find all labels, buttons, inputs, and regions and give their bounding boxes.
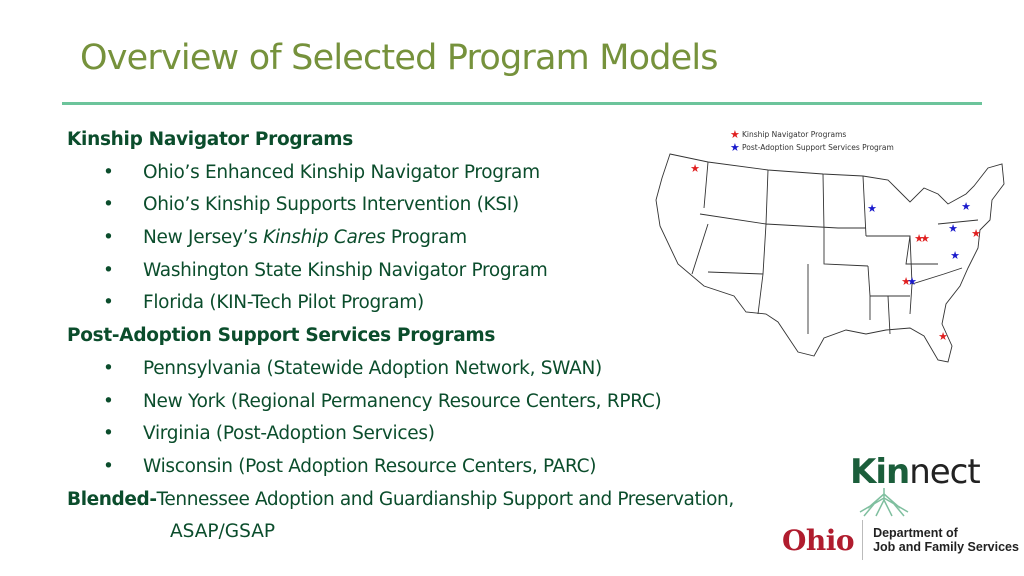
list-item: • Virginia (Post-Adoption Services) xyxy=(67,418,787,451)
blended-label: Blended- xyxy=(67,488,157,510)
list-item: • Wisconsin (Post Adoption Resource Cente… xyxy=(67,451,787,484)
map-legend: ★ Kinship Navigator Programs ★ Post-Adopti… xyxy=(730,128,894,154)
blended-program: Blended-Tennessee Adoption and Guardians… xyxy=(67,488,734,510)
bullet-icon: • xyxy=(103,390,114,412)
kinnect-logo: Kinnect xyxy=(850,452,985,518)
list-item: • New York (Regional Permanency Resource … xyxy=(67,386,787,419)
title-divider xyxy=(62,102,982,105)
logo-divider xyxy=(862,520,864,560)
us-map: ★★ ★★ ★★★★★★★ xyxy=(655,153,1005,363)
bullet-icon: • xyxy=(103,357,114,379)
tree-roots-icon xyxy=(859,488,909,517)
bullet-icon: • xyxy=(103,292,114,314)
page-title: Overview of Selected Program Models xyxy=(80,38,719,78)
map-marker-new-jersey-star-icon: ★ xyxy=(971,228,981,240)
map-marker-pennsylvania-star-icon: ★ xyxy=(948,223,958,235)
bullet-icon: • xyxy=(103,227,114,249)
bullet-icon: • xyxy=(103,161,114,183)
map-marker-wisconsin-star-icon: ★ xyxy=(867,203,877,215)
map-marker-ohio-star-icon: ★ xyxy=(920,233,930,245)
blue-star-icon: ★ xyxy=(730,141,740,154)
legend-item-kinship: ★ Kinship Navigator Programs xyxy=(730,128,847,141)
bullet-icon: • xyxy=(103,423,114,445)
map-marker-tennessee-star-icon: ★ xyxy=(907,276,917,288)
ohio-jfs-logo: Ohio Department of Job and Family Service… xyxy=(782,520,1019,560)
map-marker-virginia-star-icon: ★ xyxy=(950,250,960,262)
legend-item-post-adoption: ★ Post-Adoption Support Services Program xyxy=(730,141,894,154)
program-name-italic: Kinship Cares xyxy=(263,227,386,249)
map-marker-new-york-star-icon: ★ xyxy=(961,201,971,213)
ohio-wordmark: Ohio xyxy=(782,523,855,557)
bullet-icon: • xyxy=(103,194,114,216)
bullet-icon: • xyxy=(103,259,114,281)
map-marker-washington-star-icon: ★ xyxy=(690,163,700,175)
blended-program-continuation: ASAP/GSAP xyxy=(170,521,276,543)
bullet-icon: • xyxy=(103,455,114,477)
map-marker-florida-star-icon: ★ xyxy=(938,331,948,343)
red-star-icon: ★ xyxy=(730,128,740,141)
department-name: Department of Job and Family Services xyxy=(873,526,1019,554)
